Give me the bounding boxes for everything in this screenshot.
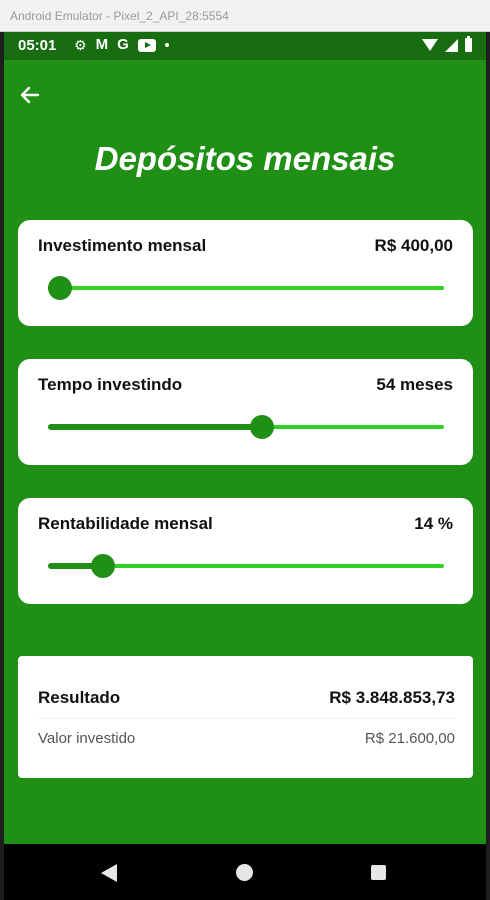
monthly-investment-slider[interactable] xyxy=(47,276,444,300)
monthly-investment-value: R$ 400,00 xyxy=(374,236,453,255)
dot-icon xyxy=(164,43,169,47)
monthly-return-slider[interactable] xyxy=(48,554,444,578)
investment-time-slider[interactable] xyxy=(48,415,444,439)
battery-icon xyxy=(465,36,472,52)
signal-icon xyxy=(445,38,458,52)
investment-time-value: 54 meses xyxy=(376,375,453,394)
system-icons xyxy=(422,36,472,52)
result-value: R$ 3.848.853,73 xyxy=(329,688,455,707)
system-nav-bar xyxy=(4,844,486,900)
slider-track xyxy=(48,286,444,290)
status-time: 05:01 xyxy=(18,37,57,54)
result-card: Resultado R$ 3.848.853,73 Valor investid… xyxy=(18,656,473,778)
emulator-title: Android Emulator - Pixel_2_API_28:5554 xyxy=(10,9,229,23)
arrow-left-icon xyxy=(20,86,40,104)
phone-screen: 05:01 ⚙ M G Depósitos mensais Investimen… xyxy=(4,32,486,900)
wifi-icon xyxy=(422,39,438,51)
monthly-return-label: Rentabilidade mensal xyxy=(38,514,213,533)
slider-track-active xyxy=(48,424,262,430)
monthly-return-value: 14 % xyxy=(414,514,453,533)
status-bar: 05:01 ⚙ M G xyxy=(4,32,486,60)
emulator-title-bar: Android Emulator - Pixel_2_API_28:5554 xyxy=(0,0,490,32)
page-title: Depósitos mensais xyxy=(94,140,396,177)
slider-thumb[interactable] xyxy=(91,554,116,578)
recents-square-icon[interactable] xyxy=(371,865,386,880)
gmail-icon: M xyxy=(95,36,109,53)
notification-icons: ⚙ M G xyxy=(74,37,169,53)
slider-thumb[interactable] xyxy=(249,415,274,439)
invested-amount-value: R$ 21.600,00 xyxy=(364,730,455,747)
divider xyxy=(38,718,455,719)
gear-icon: ⚙ xyxy=(74,37,87,53)
home-circle-icon[interactable] xyxy=(236,864,253,881)
investment-time-label: Tempo investindo xyxy=(38,375,183,394)
youtube-icon xyxy=(137,38,156,52)
back-triangle-icon[interactable] xyxy=(101,864,117,882)
result-label: Resultado xyxy=(38,688,121,707)
slider-card-investment-time: Tempo investindo 54 meses xyxy=(18,359,473,465)
invested-amount-label: Valor investido xyxy=(38,730,136,747)
slider-card-monthly-return: Rentabilidade mensal 14 % xyxy=(18,498,473,604)
back-button[interactable] xyxy=(18,80,52,110)
slider-thumb[interactable] xyxy=(47,276,72,300)
google-icon: G xyxy=(117,36,129,53)
slider-card-monthly-investment: Investimento mensal R$ 400,00 xyxy=(18,220,473,326)
monthly-investment-label: Investimento mensal xyxy=(38,236,207,255)
